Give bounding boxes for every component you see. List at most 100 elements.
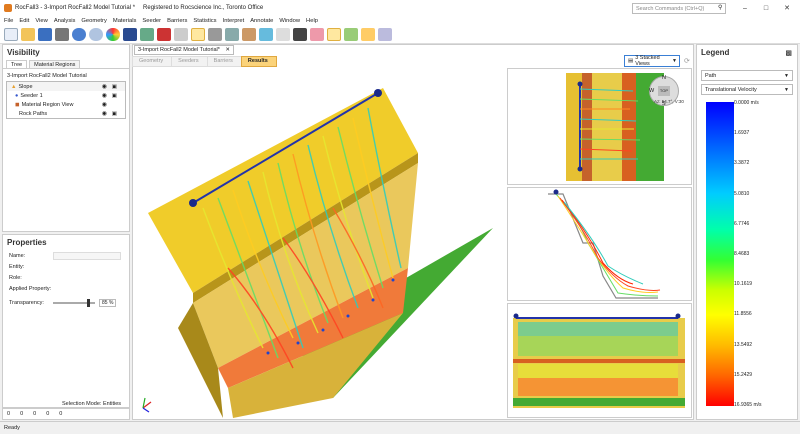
- view-cube-top[interactable]: TOP: [658, 86, 670, 96]
- redo-icon[interactable]: [89, 28, 103, 41]
- menu-window[interactable]: Window: [279, 18, 300, 24]
- legend-tick-label: 8.4683: [734, 251, 750, 257]
- menu-barriers[interactable]: Barriers: [167, 18, 187, 24]
- delete-icon[interactable]: ▣: [112, 93, 117, 99]
- tab-material-regions[interactable]: Material Regions: [29, 60, 81, 68]
- legend-tick-label: 13.5492: [734, 341, 753, 348]
- maximize-button[interactable]: □: [756, 3, 776, 14]
- menu-statistics[interactable]: Statistics: [193, 18, 216, 24]
- document-tab-label: 3-Import RocFall2 Model Tutorial*: [138, 47, 220, 53]
- legend-mode-label: Path: [705, 72, 717, 79]
- color-wheel-icon[interactable]: [106, 28, 120, 41]
- tab-barriers[interactable]: Barriers: [206, 56, 242, 67]
- tab-results[interactable]: Results: [240, 56, 277, 67]
- table-icon[interactable]: [293, 28, 307, 41]
- menu-seeder[interactable]: Seeder: [142, 18, 161, 24]
- menu-analysis[interactable]: Analysis: [54, 18, 76, 24]
- tab-seeders[interactable]: Seeders: [171, 56, 208, 67]
- slider-thumb[interactable]: [87, 298, 91, 307]
- document-tab[interactable]: 3-Import RocFall2 Model Tutorial* ✕: [134, 45, 234, 55]
- tree-item-slope[interactable]: ▲ Slope ◉ ▣: [7, 82, 125, 91]
- compass-north: N: [662, 75, 666, 81]
- legend-tick-label: 10.1619: [734, 281, 753, 288]
- slope-icon[interactable]: [242, 28, 256, 41]
- close-button[interactable]: ✕: [777, 3, 797, 14]
- name-field[interactable]: [53, 251, 121, 260]
- select-icon[interactable]: [140, 28, 154, 41]
- compass-readout: Az: 54.7°, V:30: [654, 99, 684, 104]
- menu-edit[interactable]: Edit: [19, 18, 29, 24]
- count-3: 0: [46, 411, 50, 417]
- tree-item-label: Rock Paths: [19, 110, 48, 117]
- rock-paths-icon[interactable]: [327, 28, 341, 41]
- histogram-icon[interactable]: [344, 28, 358, 41]
- property-label: Role:: [9, 274, 22, 281]
- command-search-input[interactable]: Search Commands (Ctrl+Q): [632, 3, 726, 14]
- legend-tick-label: 0.0000 m/s: [734, 100, 759, 106]
- front-view-render: [513, 313, 685, 408]
- count-1: 0: [20, 411, 24, 417]
- menu-help[interactable]: Help: [306, 18, 318, 24]
- tree-root-label: 3-Import RocFall2 Model Tutorial: [7, 72, 87, 79]
- close-tab-icon[interactable]: ✕: [225, 47, 230, 53]
- legend-tick-label: 1.6937: [734, 130, 750, 137]
- display-options-icon[interactable]: [123, 28, 137, 41]
- lock-icon[interactable]: ▣: [112, 84, 117, 90]
- legend-quantity-select[interactable]: Translational Velocity ▼: [701, 84, 793, 95]
- print-icon[interactable]: [55, 28, 69, 41]
- undo-icon[interactable]: [72, 28, 86, 41]
- property-label: Applied Property:: [9, 285, 52, 292]
- compass-west: W: [649, 88, 655, 94]
- material-icon[interactable]: [259, 28, 273, 41]
- search-icon[interactable]: ⚲: [718, 4, 722, 11]
- tab-tree[interactable]: Tree: [6, 60, 28, 68]
- tab-geometry[interactable]: Geometry: [132, 56, 173, 67]
- delete-icon[interactable]: ▣: [112, 111, 117, 117]
- seeder-icon[interactable]: [276, 28, 290, 41]
- menu-interpret[interactable]: Interpret: [223, 18, 245, 24]
- menu-materials[interactable]: Materials: [113, 18, 137, 24]
- lock-icon[interactable]: [208, 28, 222, 41]
- side-view-render: [548, 189, 661, 299]
- side-view[interactable]: [507, 187, 692, 301]
- legend-tick-label: 6.7746: [734, 220, 750, 227]
- selection-box-icon[interactable]: [191, 28, 205, 41]
- menu-view[interactable]: View: [35, 18, 47, 24]
- sync-icon[interactable]: ⟳: [684, 57, 690, 65]
- legend-mode-select[interactable]: Path ▼: [701, 70, 793, 81]
- tree-item-material-region-view[interactable]: ◼ Material Region View ◉: [7, 100, 125, 109]
- view-layout-select[interactable]: ▤ 3 Stacked Views ▼: [624, 55, 680, 67]
- menu-geometry[interactable]: Geometry: [81, 18, 106, 24]
- barrier-icon[interactable]: [225, 28, 239, 41]
- eye-icon[interactable]: ◉: [102, 101, 107, 108]
- property-entity: Entity:: [3, 261, 129, 272]
- property-label: Transparency:: [9, 299, 44, 306]
- tree-item-rock-paths[interactable]: Rock Paths ◉ ▣: [7, 109, 125, 118]
- tree-item-label: Slope: [18, 83, 33, 90]
- statistics-icon[interactable]: [310, 28, 324, 41]
- menu-file[interactable]: File: [4, 18, 13, 24]
- legend-tick-label: 5.0810: [734, 190, 750, 197]
- tree-item-seeder[interactable]: ● Seeder 1 ◉ ▣: [7, 91, 125, 100]
- front-view[interactable]: [507, 303, 692, 418]
- eye-icon[interactable]: ◉: [102, 92, 107, 99]
- minimize-button[interactable]: –: [735, 3, 755, 14]
- layout-icon: ▤: [628, 58, 634, 64]
- legend-title: Legend: [701, 48, 730, 57]
- view-cube-icon[interactable]: [174, 28, 188, 41]
- compute-icon[interactable]: [157, 28, 171, 41]
- chart-icon[interactable]: ▩: [785, 49, 792, 57]
- open-folder-icon[interactable]: [21, 28, 35, 41]
- transparency-slider[interactable]: [53, 298, 95, 307]
- save-icon[interactable]: [38, 28, 52, 41]
- transparency-value[interactable]: 85 %: [99, 298, 117, 307]
- chart-icon[interactable]: [361, 28, 375, 41]
- main-3d-view[interactable]: [133, 68, 505, 418]
- new-file-icon[interactable]: [4, 28, 18, 41]
- menu-annotate[interactable]: Annotate: [250, 18, 273, 24]
- eye-icon[interactable]: ◉: [102, 110, 107, 117]
- report-icon[interactable]: [378, 28, 392, 41]
- eye-icon[interactable]: ◉: [102, 83, 107, 90]
- legend-tick-label: 3.3872: [734, 160, 750, 167]
- legend-tick-label: 11.8556: [734, 311, 752, 318]
